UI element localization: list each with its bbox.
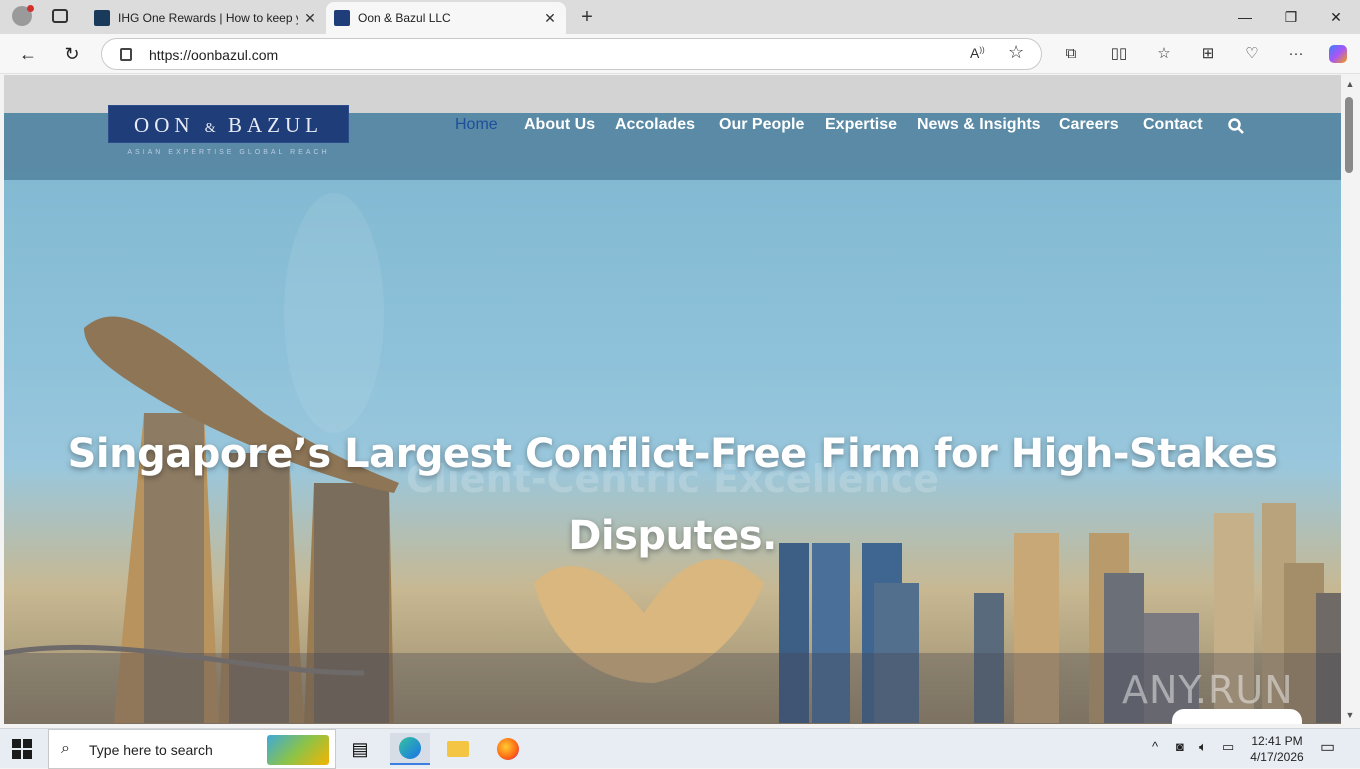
extensions-icon[interactable]: ⧉: [1059, 42, 1083, 66]
menu-our-people[interactable]: Our People: [719, 116, 804, 134]
search-highlight-icon: [267, 735, 329, 765]
firefox-icon[interactable]: [488, 733, 528, 765]
close-tab-icon[interactable]: ✕: [302, 10, 318, 26]
task-view-icon[interactable]: ▤: [340, 733, 380, 765]
search-icon: ⌕: [61, 740, 70, 757]
favorites-icon[interactable]: ☆: [1152, 42, 1176, 66]
windows-start-icon[interactable]: [12, 739, 32, 759]
tab-oon-bazul[interactable]: Oon & Bazul LLC ✕: [326, 2, 566, 34]
chat-widget-tab[interactable]: [1172, 709, 1302, 724]
hero-headline-line1: Singapore’s Largest Conflict-Free Firm f…: [67, 431, 1278, 477]
read-aloud-icon[interactable]: A)): [970, 45, 985, 61]
camera-icon[interactable]: ◙: [1176, 739, 1184, 754]
logo-ampersand: &: [204, 121, 218, 136]
collections-icon[interactable]: ⊞: [1196, 42, 1220, 66]
menu-expertise[interactable]: Expertise: [825, 116, 897, 134]
network-icon[interactable]: ▭: [1222, 739, 1234, 755]
scroll-up-icon[interactable]: ▲: [1344, 79, 1356, 89]
restore-icon[interactable]: ❐: [1280, 6, 1302, 28]
tab-actions-icon[interactable]: [52, 9, 68, 23]
volume-icon[interactable]: 🔈︎: [1199, 739, 1207, 755]
menu-careers[interactable]: Careers: [1059, 116, 1119, 134]
file-explorer-icon[interactable]: [438, 733, 478, 765]
menu-about-us[interactable]: About Us: [524, 116, 595, 134]
oon-bazul-favicon-icon: [334, 10, 350, 26]
tab-title: Oon & Bazul LLC: [358, 11, 451, 25]
ihg-favicon-icon: [94, 10, 110, 26]
browser-tab-bar: IHG One Rewards | How to keep y ✕ Oon & …: [0, 0, 1360, 34]
browser-toolbar: ← ↻ https://oonbazul.com A)) ☆ ⧉ ▯▯ ☆ ⊞ …: [0, 34, 1360, 74]
new-tab-button[interactable]: +: [576, 6, 598, 28]
edge-icon[interactable]: [390, 733, 430, 765]
system-clock[interactable]: 12:41 PM 4/17/2026: [1244, 733, 1310, 765]
taskbar-search-placeholder: Type here to search: [89, 742, 213, 758]
scrollbar-thumb[interactable]: [1345, 97, 1353, 173]
page-viewport: OON & BAZUL ASIAN EXPERTISE GLOBAL REACH…: [4, 75, 1341, 724]
taskbar-search[interactable]: ⌕ Type here to search: [48, 729, 336, 769]
close-window-icon[interactable]: ✕: [1325, 6, 1347, 28]
menu-news-insights[interactable]: News & Insights: [917, 116, 1041, 134]
search-icon[interactable]: [1227, 117, 1245, 135]
menu-accolades[interactable]: Accolades: [615, 116, 695, 134]
browser-essentials-icon[interactable]: ♡: [1240, 42, 1264, 66]
favorite-star-icon[interactable]: ☆: [1008, 42, 1024, 63]
more-icon[interactable]: ···: [1284, 42, 1308, 66]
address-bar[interactable]: https://oonbazul.com A)) ☆: [101, 38, 1042, 70]
site-info-icon[interactable]: [120, 48, 132, 61]
logo-text-left: OON: [134, 113, 195, 137]
minimize-icon[interactable]: —: [1234, 6, 1256, 28]
windows-taskbar: ⌕ Type here to search ▤ ^ ◙ 🔈︎ ▭ 12:41 P…: [0, 728, 1360, 769]
menu-home[interactable]: Home: [455, 116, 498, 134]
logo-wordmark: OON & BAZUL: [109, 113, 348, 138]
logo-tagline: ASIAN EXPERTISE GLOBAL REACH: [127, 149, 330, 156]
tab-ihg[interactable]: IHG One Rewards | How to keep y ✕: [86, 2, 326, 34]
close-tab-icon[interactable]: ✕: [542, 10, 558, 26]
notifications-icon[interactable]: ▭: [1320, 737, 1335, 757]
hero-headline-line2: Disputes.: [568, 513, 777, 559]
page-scrollbar[interactable]: ▲ ▼: [1341, 75, 1360, 724]
site-logo[interactable]: OON & BAZUL ASIAN EXPERTISE GLOBAL REACH: [108, 105, 349, 156]
logo-text-right: BAZUL: [227, 113, 323, 137]
tab-title: IHG One Rewards | How to keep y: [118, 11, 298, 25]
menu-contact[interactable]: Contact: [1143, 116, 1203, 134]
anyrun-watermark: ANY.RUN: [1122, 668, 1294, 712]
profile-icon[interactable]: [12, 5, 34, 26]
clock-date: 4/17/2026: [1250, 750, 1304, 764]
copilot-icon[interactable]: [1326, 42, 1350, 66]
clock-time: 12:41 PM: [1251, 734, 1303, 748]
refresh-icon[interactable]: ↻: [60, 42, 84, 66]
url-text[interactable]: https://oonbazul.com: [149, 47, 278, 63]
split-screen-icon[interactable]: ▯▯: [1107, 42, 1131, 66]
hero-headline: Singapore’s Largest Conflict-Free Firm f…: [4, 413, 1341, 577]
back-arrow-icon[interactable]: ←: [16, 42, 40, 66]
show-hidden-icons[interactable]: ^: [1152, 739, 1158, 754]
scroll-down-icon[interactable]: ▼: [1344, 710, 1356, 720]
